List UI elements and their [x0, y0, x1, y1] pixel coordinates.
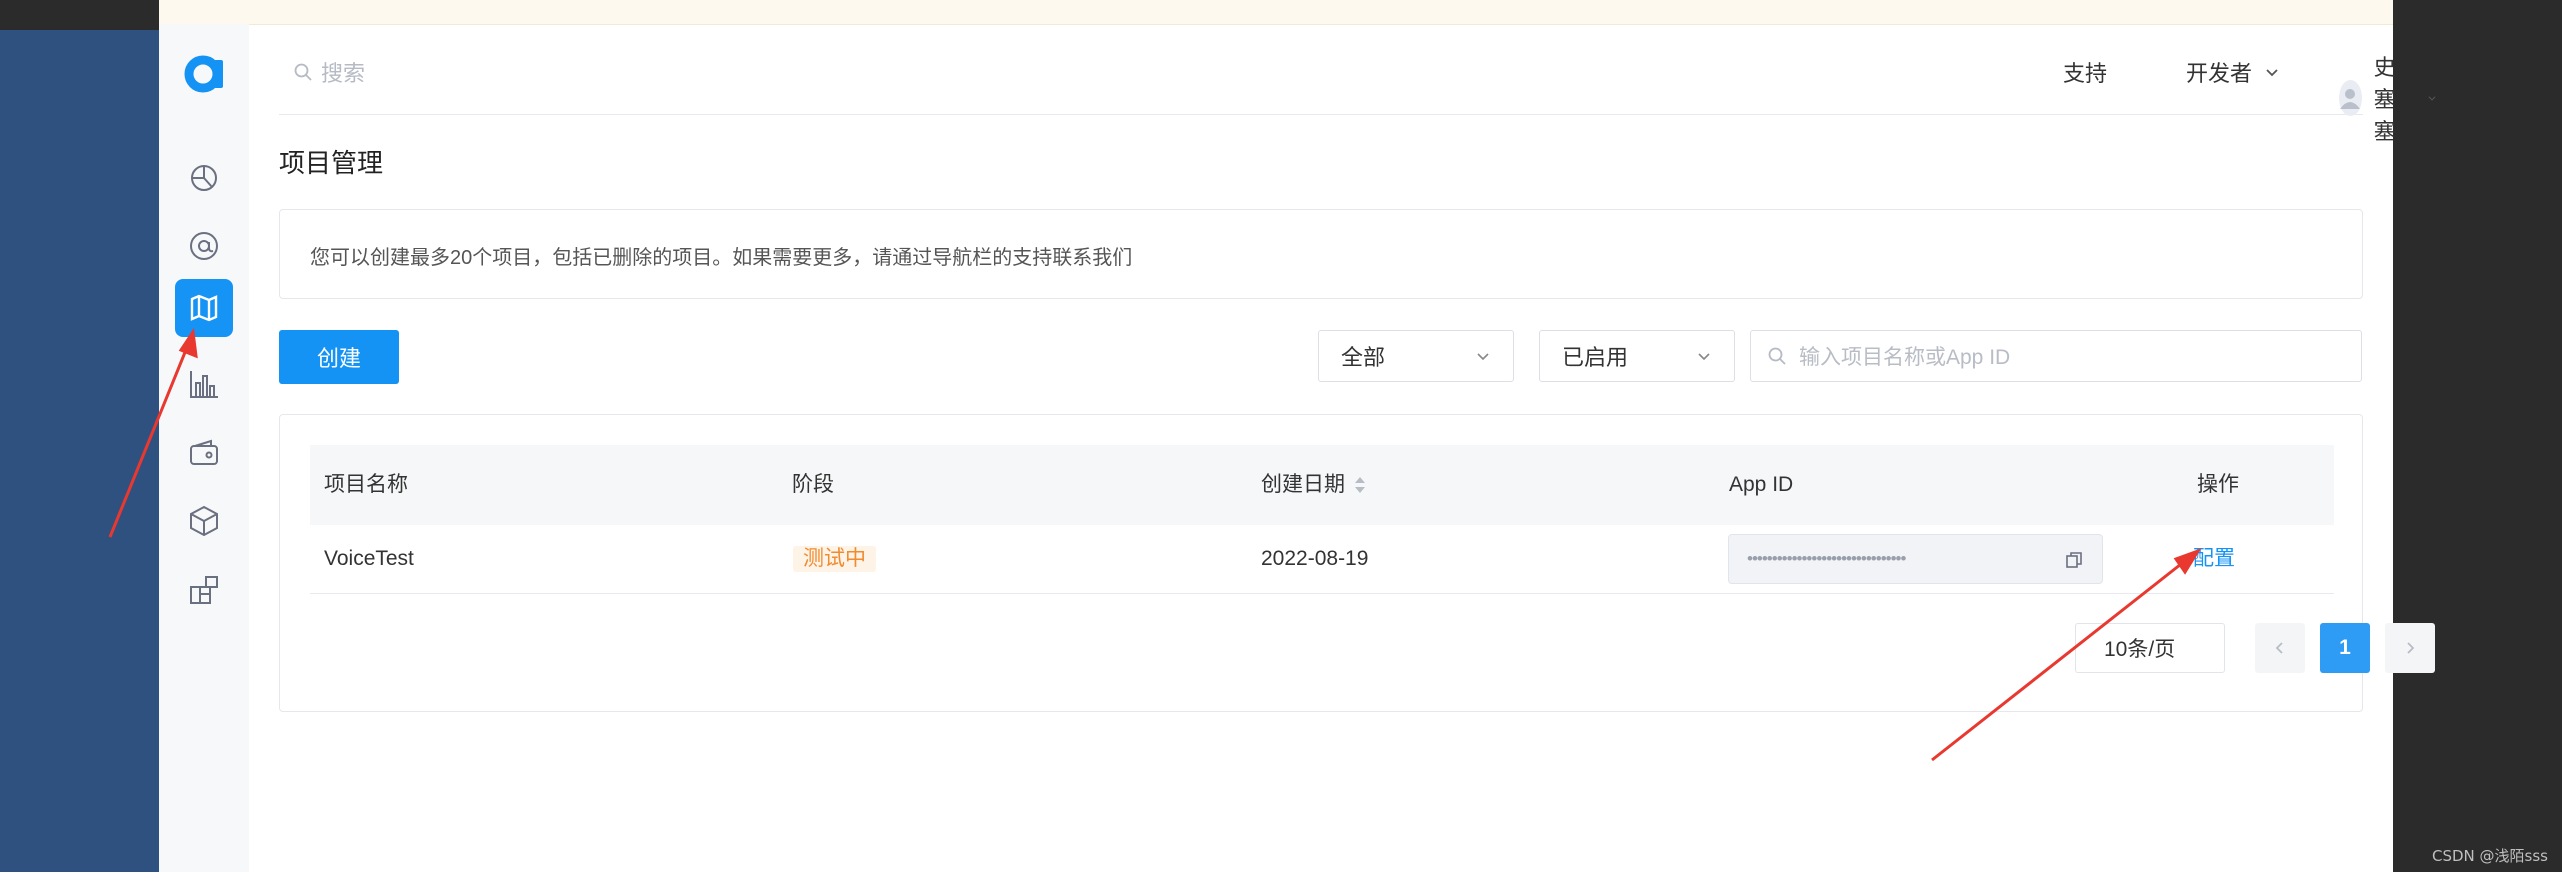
stage-badge: 测试中	[793, 546, 876, 572]
sidebar-item-analytics[interactable]	[175, 355, 233, 413]
user-menu[interactable]: 史塞塞	[2339, 50, 2437, 146]
app-id-masked: ••••••••••••••••••••••••••••••••	[1747, 549, 1906, 568]
scope-select[interactable]: 全部	[1318, 330, 1514, 382]
project-search-placeholder: 输入项目名称或App ID	[1799, 346, 2011, 369]
background-dark-strip	[0, 0, 159, 30]
user-name: 史塞塞	[2373, 55, 2396, 144]
page-title: 项目管理	[279, 148, 384, 178]
sidebar-item-resources[interactable]	[175, 492, 233, 550]
copy-icon[interactable]	[2064, 550, 2084, 570]
map-icon	[190, 294, 218, 322]
watermark: CSDN @浅陌sss	[2432, 847, 2548, 865]
column-header-action: 操作	[2197, 473, 2239, 496]
table-row: VoiceTest 测试中 2022-08-19 •••••••••••••••…	[310, 525, 2334, 594]
support-link[interactable]: 支持	[2063, 56, 2107, 88]
project-table-card: 项目名称 阶段 创建日期 App ID 操作 VoiceTest 测试中 202…	[279, 414, 2435, 712]
table-header: 项目名称 阶段 创建日期 App ID 操作	[310, 445, 2334, 525]
sidebar-item-mentions[interactable]	[175, 217, 233, 275]
create-button[interactable]: 创建	[279, 330, 399, 384]
sidebar-item-billing[interactable]	[175, 424, 233, 482]
top-header: 搜索 支持 开发者 史塞塞	[279, 24, 2436, 144]
user-icon	[2340, 89, 2361, 109]
brand-logo-icon[interactable]	[184, 52, 226, 94]
app-window: 搜索 支持 开发者 史塞塞 项目管理 您可以创建最多20个项目，包括已删除的项目…	[159, 0, 2436, 872]
prev-page-button[interactable]	[2255, 623, 2305, 673]
column-header-date-label: 创建日期	[1261, 473, 1345, 496]
global-search[interactable]: 搜索	[293, 56, 365, 88]
chevron-down-icon	[1698, 353, 1710, 361]
app-id-field: ••••••••••••••••••••••••••••••••	[1728, 534, 2103, 584]
support-label: 支持	[2063, 61, 2108, 86]
at-icon	[190, 232, 218, 260]
chevron-left-icon	[2275, 642, 2283, 654]
chevron-right-icon	[2407, 642, 2415, 654]
column-header-date[interactable]: 创建日期	[1261, 445, 1367, 525]
status-select-value: 已启用	[1562, 345, 1629, 370]
next-page-button[interactable]	[2385, 623, 2435, 673]
bar-chart-icon	[190, 371, 218, 398]
page-size-value: 10条/页	[2104, 638, 2176, 661]
chevron-down-icon	[1477, 353, 1489, 361]
chevron-down-icon	[2428, 96, 2436, 101]
project-name-cell: VoiceTest	[324, 547, 414, 570]
column-header-stage: 阶段	[792, 473, 834, 496]
sidebar-item-dashboard[interactable]	[175, 148, 233, 206]
status-select[interactable]: 已启用	[1539, 330, 1735, 382]
sort-icon	[1355, 477, 1365, 493]
notice-box: 您可以创建最多20个项目，包括已删除的项目。如果需要更多，请通过导航栏的支持联系…	[279, 209, 2363, 299]
apps-grid-icon	[190, 576, 218, 604]
page-size-select[interactable]: 10条/页	[2075, 623, 2225, 673]
search-placeholder: 搜索	[321, 61, 366, 86]
scope-select-value: 全部	[1341, 345, 1386, 370]
column-header-appid: App ID	[1729, 473, 1794, 496]
dashboard-icon	[191, 165, 217, 191]
top-notice-strip	[159, 0, 2393, 25]
project-search-input[interactable]: 输入项目名称或App ID	[1750, 330, 2362, 382]
sidebar	[159, 24, 249, 872]
cube-icon	[190, 505, 218, 537]
developer-label: 开发者	[2186, 61, 2253, 86]
search-icon	[294, 63, 312, 81]
configure-link[interactable]: 配置	[2193, 525, 2235, 593]
notice-text: 您可以创建最多20个项目，包括已删除的项目。如果需要更多，请通过导航栏的支持联系…	[310, 247, 1133, 269]
background-left-panel	[0, 30, 159, 872]
sidebar-item-projects[interactable]	[175, 279, 233, 337]
wallet-icon	[190, 439, 218, 465]
created-date-cell: 2022-08-19	[1261, 547, 1369, 570]
column-header-name: 项目名称	[324, 473, 408, 496]
sidebar-item-extensions[interactable]	[175, 561, 233, 619]
developer-menu[interactable]: 开发者	[2186, 56, 2280, 88]
search-icon	[1768, 347, 1786, 365]
avatar	[2339, 80, 2362, 116]
chevron-down-icon	[2266, 69, 2278, 77]
page-1-button[interactable]: 1	[2320, 623, 2370, 673]
